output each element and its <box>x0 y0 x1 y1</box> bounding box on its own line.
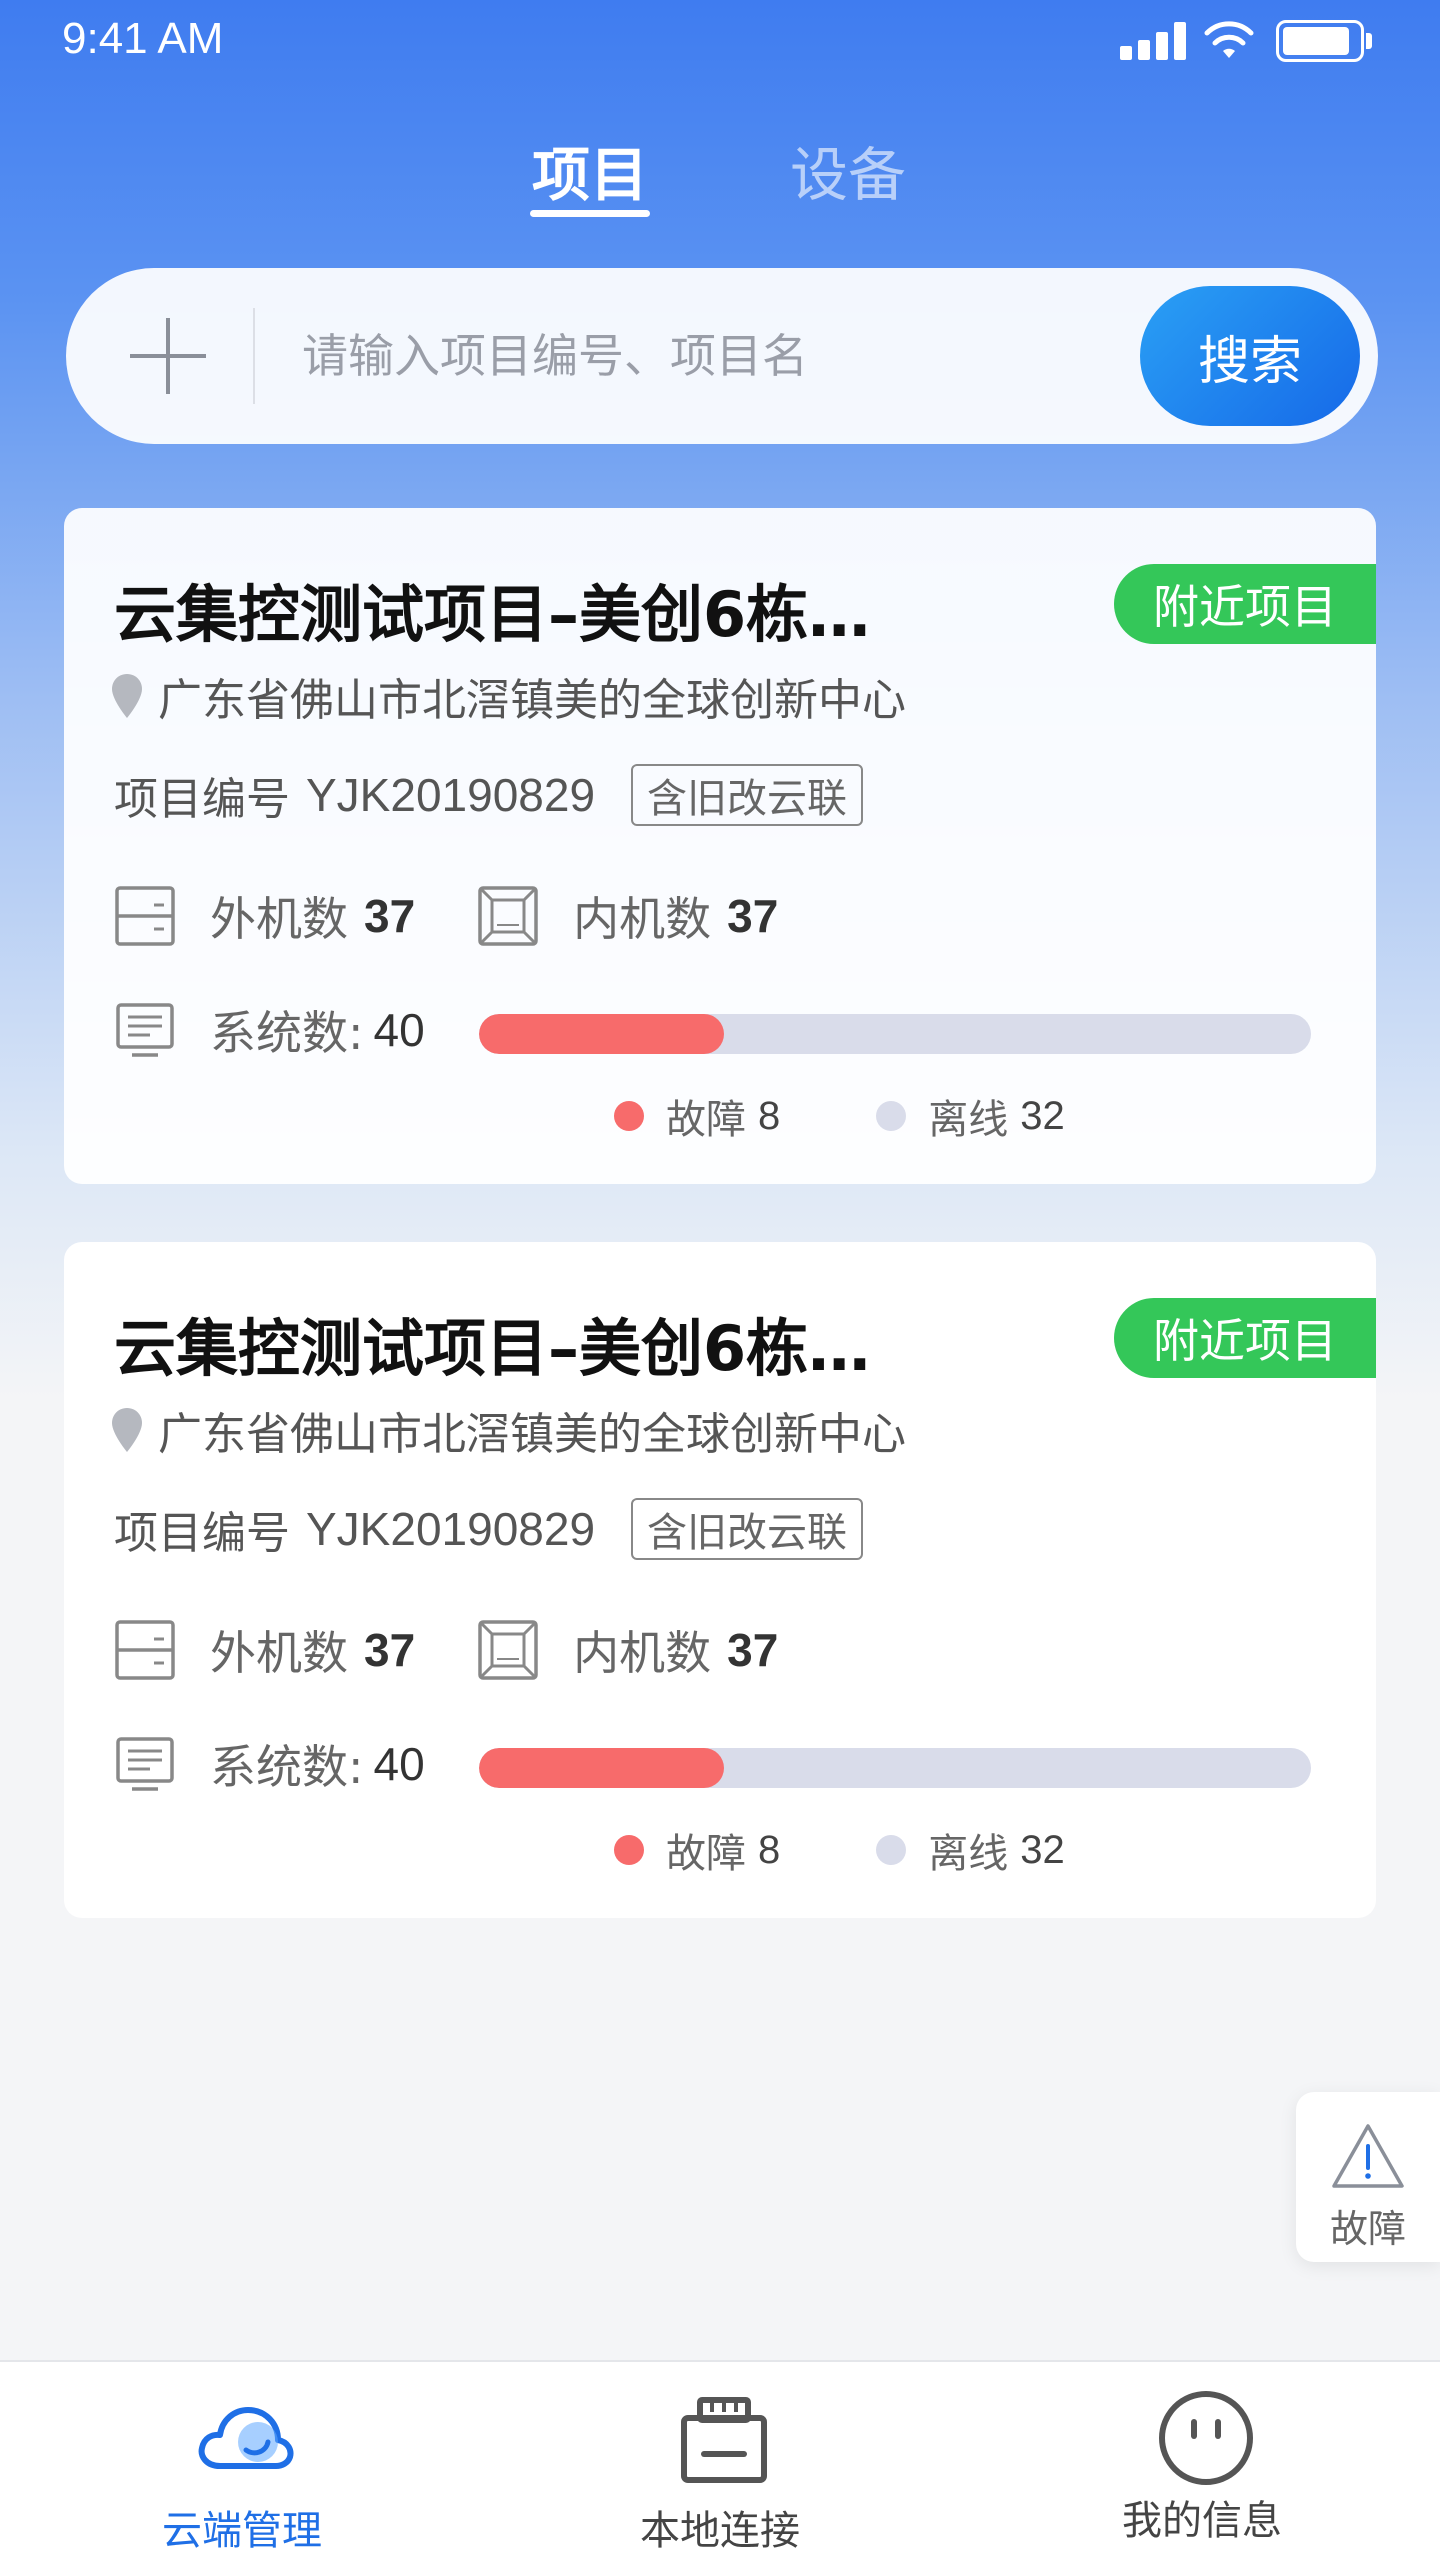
project-address: 广东省佛山市北滘镇美的全球创新中心 <box>158 675 906 726</box>
nearby-badge: 附近项目 <box>1114 1298 1376 1378</box>
unit-stats-row: 外机数 37 内机数 37 <box>114 876 778 956</box>
outdoor-unit-icon <box>115 886 175 946</box>
status-bar: 9:41 AM <box>0 0 1440 90</box>
offline-label: 离线 <box>928 1831 1009 1877</box>
offline-dot <box>876 1835 907 1865</box>
fault-progress-track <box>479 1014 1311 1054</box>
project-code: YJK20190829 <box>306 769 596 821</box>
status-legend: 故障 8 离线 32 <box>614 1822 1065 1878</box>
fault-float-button[interactable]: 故障 <box>1296 2092 1440 2262</box>
fault-dot <box>614 1101 644 1131</box>
unit-stats-row: 外机数 37 内机数 37 <box>114 1610 778 1690</box>
fault-progress-track <box>479 1748 1311 1788</box>
project-address: 广东省佛山市北滘镇美的全球创新中心 <box>158 1409 906 1460</box>
project-title: 云集控测试项目–美创6栋… <box>114 1312 871 1385</box>
system-count-label: 系统数: <box>210 1006 364 1060</box>
outdoor-count: 37 <box>364 890 416 942</box>
project-code-label: 项目编号 <box>114 1508 290 1559</box>
tab-project[interactable]: 项目 <box>532 128 648 212</box>
project-code: YJK20190829 <box>306 1503 596 1555</box>
project-code-label: 项目编号 <box>114 774 290 825</box>
fault-count: 8 <box>758 1827 781 1872</box>
search-bar: 搜索 <box>66 268 1378 444</box>
system-row: 系统数: 40 <box>114 1724 425 1804</box>
project-title: 云集控测试项目–美创6栋… <box>114 578 871 651</box>
indoor-count: 37 <box>727 890 779 942</box>
nav-cloud-management[interactable]: 云端管理 <box>92 2362 392 2560</box>
nearby-badge: 附近项目 <box>1114 564 1376 644</box>
wifi-icon <box>1204 21 1254 58</box>
fault-count: 8 <box>758 1093 781 1138</box>
project-card[interactable]: 云集控测试项目–美创6栋… 附近项目 广东省佛山市北滘镇美的全球创新中心 项目编… <box>64 508 1376 1184</box>
outdoor-count: 37 <box>364 1624 416 1676</box>
project-tag: 含旧改云联 <box>631 764 864 826</box>
router-icon <box>681 2397 767 2483</box>
system-count-label: 系统数: <box>210 1740 364 1794</box>
fault-label: 故障 <box>666 1097 746 1143</box>
address-row: 广东省佛山市北滘镇美的全球创新中心 <box>110 1400 906 1460</box>
offline-count: 32 <box>1020 1827 1065 1872</box>
fault-progress-fill <box>479 1014 724 1054</box>
project-card[interactable]: 云集控测试项目–美创6栋… 附近项目 广东省佛山市北滘镇美的全球创新中心 项目编… <box>64 1242 1376 1918</box>
tab-device[interactable]: 设备 <box>790 128 906 212</box>
fault-label: 故障 <box>666 1831 746 1877</box>
address-row: 广东省佛山市北滘镇美的全球创新中心 <box>110 666 906 726</box>
fault-dot <box>614 1835 644 1865</box>
bottom-nav: 云端管理 本地连接 我的信息 <box>0 2360 1440 2560</box>
indoor-unit-icon <box>478 886 538 946</box>
location-pin-icon <box>112 674 142 718</box>
nav-label: 我的信息 <box>1122 2498 1282 2544</box>
search-button[interactable]: 搜索 <box>1140 286 1360 426</box>
outdoor-unit-icon <box>115 1620 175 1680</box>
offline-count: 32 <box>1020 1093 1065 1138</box>
nav-local-connection[interactable]: 本地连接 <box>570 2362 870 2560</box>
cloud-icon <box>198 2407 294 2469</box>
project-tag: 含旧改云联 <box>631 1498 864 1560</box>
nav-my-info[interactable]: 我的信息 <box>1052 2362 1352 2560</box>
status-legend: 故障 8 离线 32 <box>614 1088 1065 1144</box>
system-row: 系统数: 40 <box>114 990 425 1070</box>
location-pin-icon <box>112 1408 142 1452</box>
system-icon <box>116 1003 174 1057</box>
indoor-count: 37 <box>727 1624 779 1676</box>
battery-icon <box>1276 20 1372 62</box>
indoor-unit-icon <box>478 1620 538 1680</box>
system-count: 40 <box>373 1738 425 1790</box>
fault-progress-fill <box>479 1748 724 1788</box>
indoor-count-label: 内机数 <box>573 1626 712 1680</box>
search-input[interactable] <box>302 308 1162 404</box>
tab-active-indicator <box>530 210 650 217</box>
status-time: 9:41 AM <box>62 14 224 63</box>
search-divider <box>253 308 255 404</box>
indoor-count-label: 内机数 <box>573 892 712 946</box>
outdoor-count-label: 外机数 <box>210 892 348 946</box>
nav-label: 云端管理 <box>162 2508 322 2554</box>
nav-label: 本地连接 <box>640 2508 800 2554</box>
fault-float-label: 故障 <box>1329 2207 1406 2251</box>
signal-icon <box>1120 22 1186 60</box>
top-tabs: 项目 设备 <box>0 120 1440 230</box>
offline-label: 离线 <box>928 1097 1009 1143</box>
system-count: 40 <box>373 1004 425 1056</box>
warning-icon <box>1332 2124 1404 2188</box>
code-row: 项目编号 YJK20190829 含旧改云联 <box>114 762 864 828</box>
code-row: 项目编号 YJK20190829 含旧改云联 <box>114 1496 864 1562</box>
face-icon <box>1159 2391 1253 2485</box>
outdoor-count-label: 外机数 <box>210 1626 348 1680</box>
system-icon <box>116 1737 174 1791</box>
offline-dot <box>876 1101 907 1131</box>
add-icon[interactable] <box>130 318 206 394</box>
